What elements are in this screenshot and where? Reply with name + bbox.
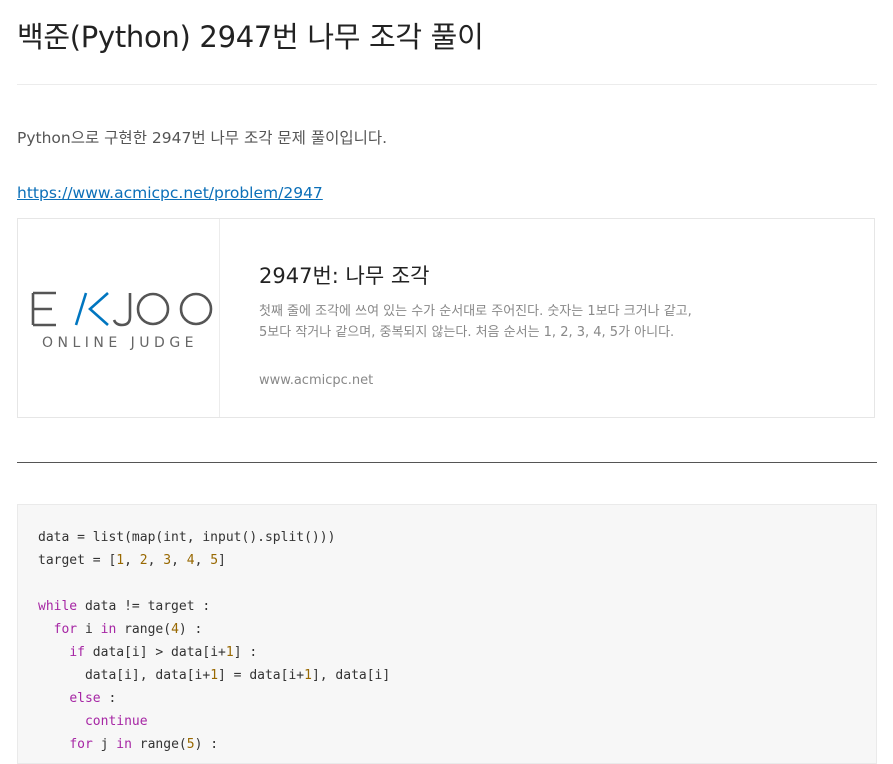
- code-line: if data[i] > data[i+1] :: [69, 645, 258, 660]
- logo-subtitle: ONLINE JUDGE: [41, 335, 199, 351]
- code-line: target = [1, 2, 3, 4, 5]: [38, 553, 226, 568]
- code-line: else :: [69, 691, 117, 706]
- problem-link[interactable]: https://www.acmicpc.net/problem/2947: [17, 184, 323, 202]
- baekjoon-logo-icon: [31, 291, 213, 327]
- section-divider: [17, 462, 877, 463]
- card-description: 첫째 줄에 조각에 쓰여 있는 수가 순서대로 주어진다. 숫자는 1보다 크거…: [259, 301, 819, 343]
- code-block: data = list(map(int, input().split())) t…: [17, 504, 877, 764]
- post-title: 백준(Python) 2947번 나무 조각 풀이: [17, 20, 484, 54]
- link-preview-card[interactable]: ONLINE JUDGE 2947번: 나무 조각 첫째 줄에 조각에 쓰여 있…: [17, 218, 875, 418]
- code-line: continue: [84, 714, 148, 729]
- code-line: for j in range(5) :: [69, 737, 219, 752]
- post-intro: Python으로 구현한 2947번 나무 조각 문제 풀이입니다.: [17, 129, 388, 147]
- card-thumbnail: ONLINE JUDGE: [18, 219, 220, 417]
- code-line: for i in range(4) :: [53, 622, 203, 637]
- code-line: data = list(map(int, input().split())): [38, 530, 336, 545]
- title-divider: [17, 84, 877, 85]
- card-description-line: 5보다 작거나 같으며, 중복되지 않는다. 처음 순서는 1, 2, 3, 4…: [259, 325, 675, 340]
- code-line: data[i], data[i+1] = data[i+1], data[i]: [38, 668, 391, 683]
- code-line: while data != target :: [38, 599, 211, 614]
- card-description-line: 첫째 줄에 조각에 쓰여 있는 수가 순서대로 주어진다. 숫자는 1보다 크거…: [259, 304, 692, 319]
- card-url: www.acmicpc.net: [259, 373, 374, 388]
- card-title[interactable]: 2947번: 나무 조각: [259, 260, 429, 290]
- code-content: data = list(map(int, input().split())) t…: [38, 526, 390, 756]
